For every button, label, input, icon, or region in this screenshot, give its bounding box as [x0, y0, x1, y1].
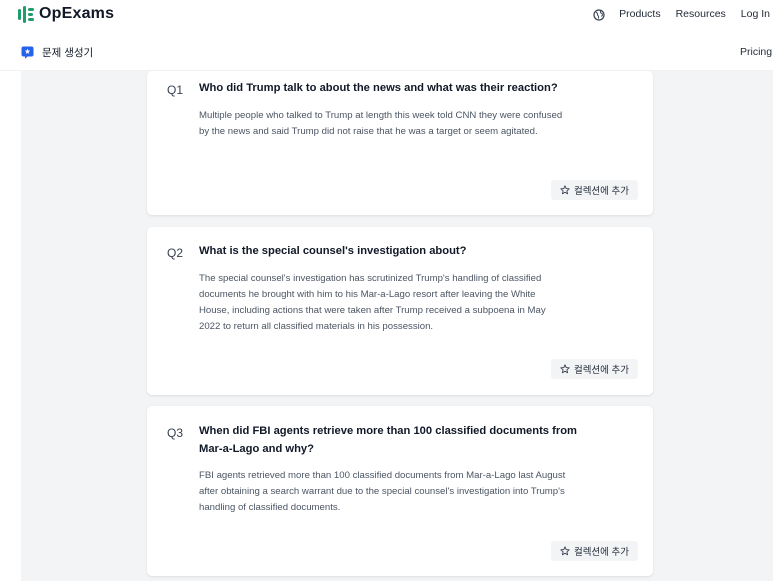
logo-icon — [18, 5, 35, 23]
brand-name: OpExams — [39, 5, 115, 22]
question-text: What is the special counsel's investigat… — [199, 245, 467, 257]
star-icon — [560, 546, 570, 556]
star-icon — [560, 185, 570, 195]
app-icon[interactable] — [21, 46, 34, 59]
globe-icon[interactable] — [593, 8, 605, 21]
question-card: Q1 Who did Trump talk to about the news … — [147, 71, 653, 215]
question-number: Q3 — [167, 426, 184, 440]
star-icon — [560, 364, 570, 374]
sub-header — [0, 36, 773, 71]
top-navbar: OpExams Products Resources Log In — [0, 0, 773, 30]
question-number: Q1 — [167, 83, 184, 97]
nav-login[interactable]: Log In — [741, 8, 770, 20]
answer-text: The special counsel's investigation has … — [199, 273, 546, 332]
top-nav-links: Products Resources Log In — [593, 4, 773, 24]
add-to-collection-button[interactable]: 컬렉션에 추가 — [551, 541, 638, 561]
answer-text: FBI agents retrieved more than 100 class… — [199, 470, 566, 513]
add-to-collection-label: 컬렉션에 추가 — [573, 365, 630, 376]
app-title[interactable]: 문제 생성기 — [42, 45, 93, 60]
add-to-collection-label: 컬렉션에 추가 — [573, 186, 630, 197]
question-text: Who did Trump talk to about the news and… — [199, 82, 558, 94]
question-card: Q3 When did FBI agents retrieve more tha… — [147, 406, 653, 576]
answer-text: Multiple people who talked to Trump at l… — [199, 110, 563, 137]
add-to-collection-button[interactable]: 컬렉션에 추가 — [551, 359, 638, 379]
question-text: When did FBI agents retrieve more than 1… — [199, 425, 577, 455]
question-number: Q2 — [167, 246, 184, 260]
nav-resources[interactable]: Resources — [676, 8, 726, 20]
add-to-collection-button[interactable]: 컬렉션에 추가 — [551, 180, 638, 200]
add-to-collection-label: 컬렉션에 추가 — [573, 547, 630, 558]
question-card: Q2 What is the special counsel's investi… — [147, 227, 653, 395]
nav-products[interactable]: Products — [619, 8, 660, 20]
nav-pricing[interactable]: Pricing — [740, 46, 772, 58]
brand-logo[interactable]: OpExams — [18, 4, 114, 24]
